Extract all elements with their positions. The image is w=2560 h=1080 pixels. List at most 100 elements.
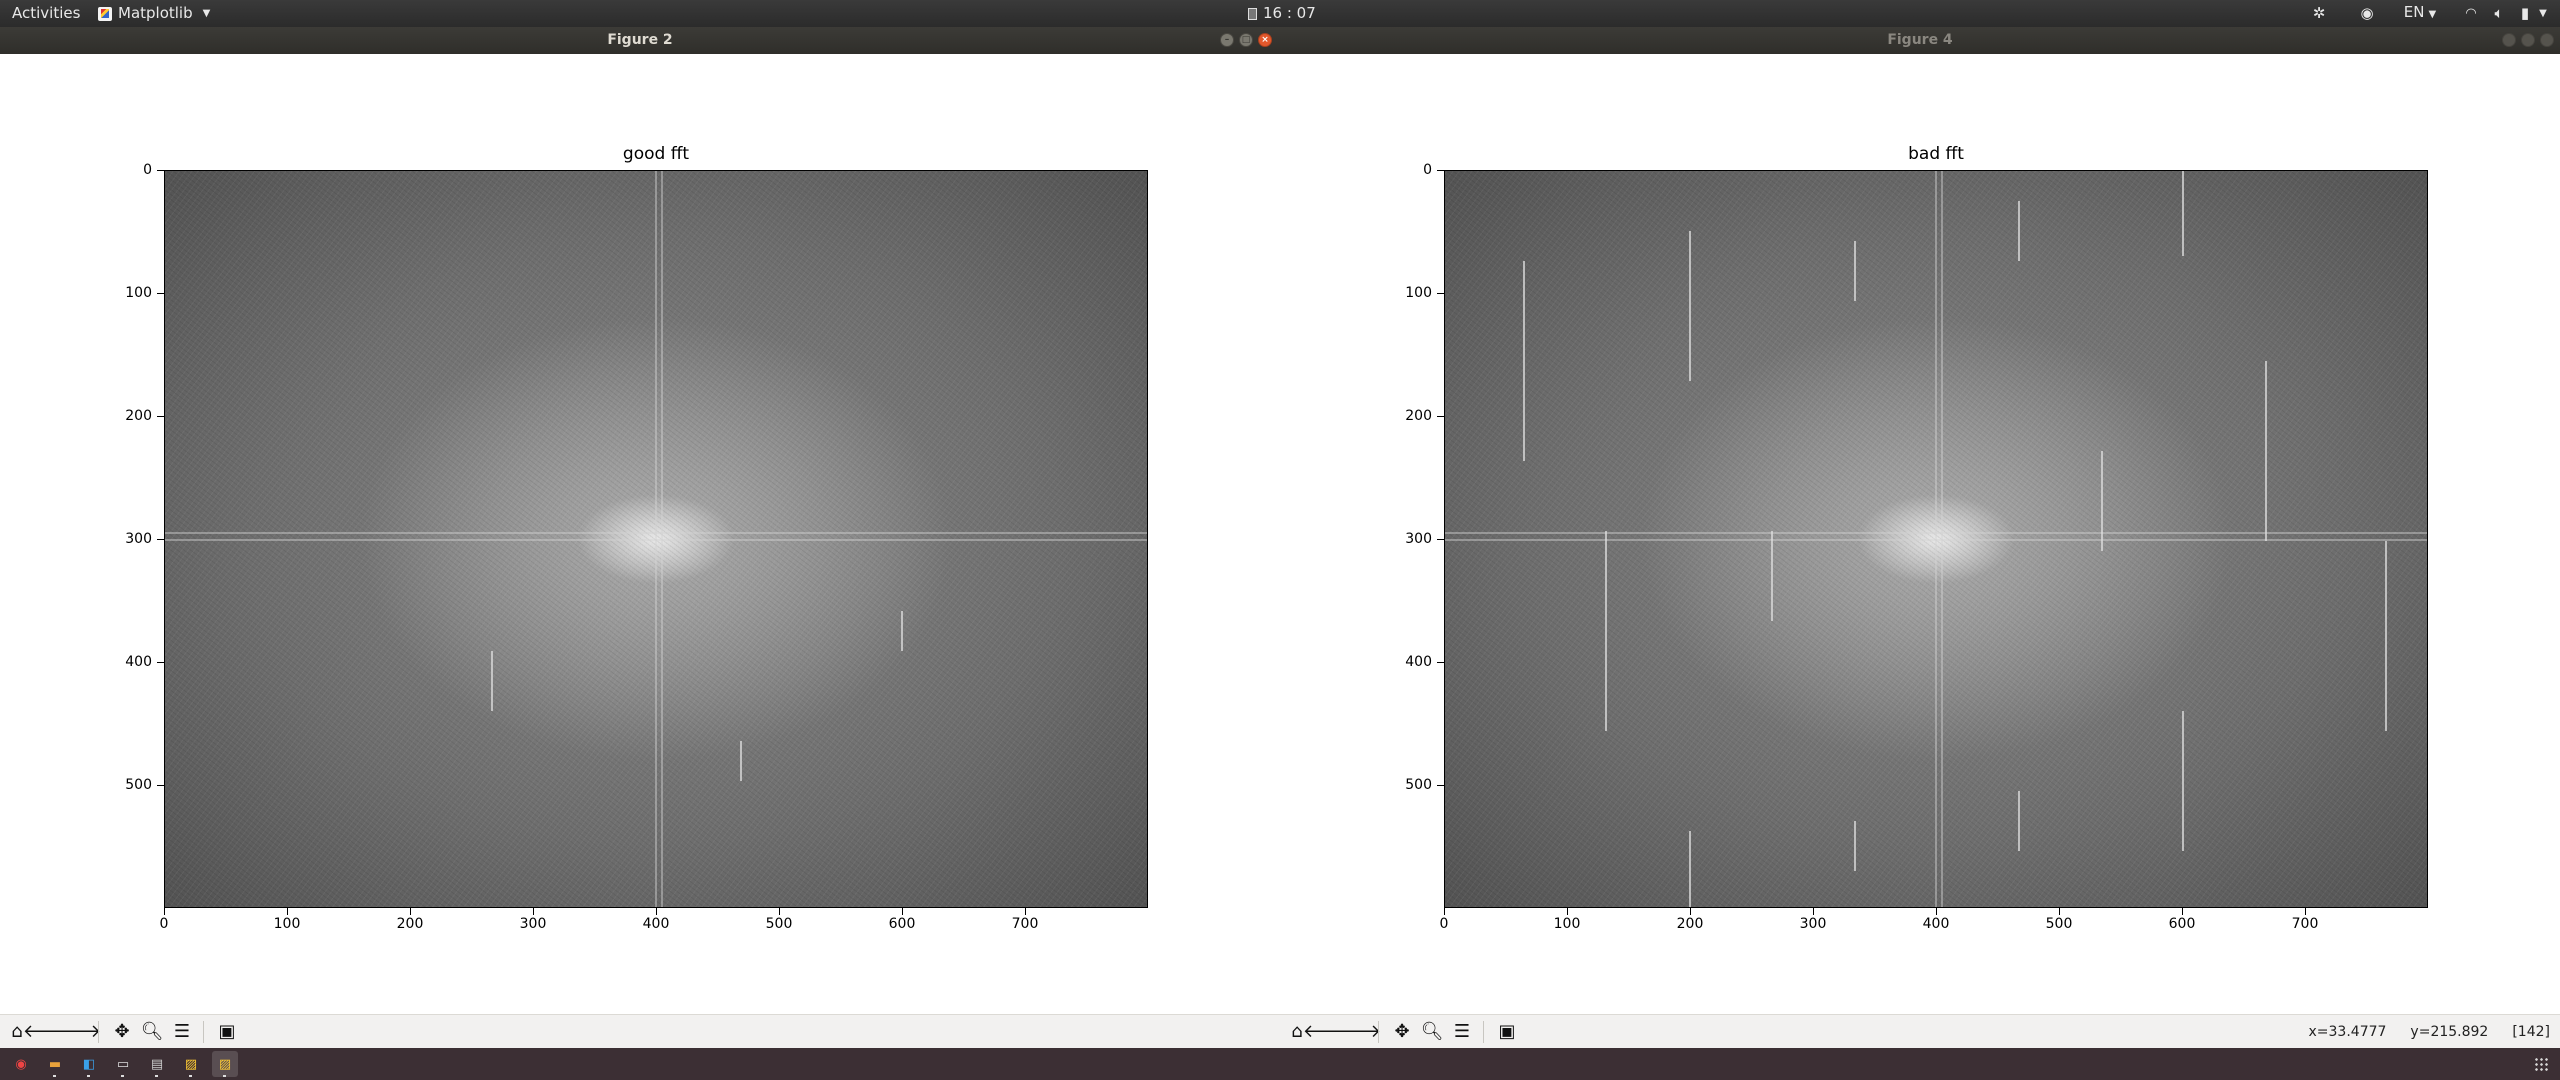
y-tick-label: 500 [1405,777,1432,793]
battery-icon[interactable]: ▮ [2516,0,2534,27]
forward-arrow-icon[interactable]: 🡒 [53,1019,101,1045]
spectral-streak [2385,541,2387,731]
maximize-button[interactable] [2521,33,2535,47]
forward-arrow-icon[interactable]: 🡒 [1333,1019,1381,1045]
clock-label: 16 : 07 [1263,4,1316,22]
spectral-streak [2182,171,2184,256]
activities-button[interactable]: Activities [12,0,80,27]
x-tick [902,908,903,915]
chrome-icon[interactable]: ◉ [8,1051,34,1077]
figure-2-canvas: good fft 0 100 200 300 400 500 0 100 200… [0,54,1280,1014]
fft-image-axes[interactable] [1444,170,2428,908]
minimize-button[interactable]: – [1220,33,1234,47]
x-tick-label: 100 [273,916,301,932]
x-tick [533,908,534,915]
x-tick [1936,908,1937,915]
x-tick-label: 100 [1553,916,1581,932]
vertical-artifact-line [655,171,657,907]
app-menu[interactable]: Matplotlib ▼ [98,0,210,27]
spectral-streak [1854,821,1856,871]
window-title: Figure 4 [1887,32,1953,48]
wifi-icon[interactable]: ◠ [2460,0,2482,27]
x-tick [1690,908,1691,915]
figure-4-toolbar: ⌂ 🡐 🡒 ✥ 🔍︎ ☰ ▣ x=33.4777 y=215.892 [142] [1280,1014,2560,1048]
toolbar-separator [203,1020,204,1043]
system-menu-chevron-icon[interactable]: ▼ [2536,0,2550,27]
x-tick-label: 0 [1439,916,1449,932]
x-tick [2059,908,2060,915]
vertical-artifact-line [1935,171,1937,907]
volume-icon[interactable]: 🔈︎ [2488,0,2510,27]
matplotlib-icon[interactable]: ▨ [212,1051,238,1077]
vertical-artifact-line [661,171,663,907]
x-tick-label: 400 [1922,916,1950,932]
x-tick-label: 700 [2291,916,2319,932]
language-label: EN [2403,3,2425,21]
zoom-icon[interactable]: 🔍︎ [139,1019,165,1045]
save-icon[interactable]: ▣ [214,1019,240,1045]
fft-image-axes[interactable] [164,170,1148,908]
x-tick [1025,908,1026,915]
spectral-streak [2018,201,2020,261]
spectral-streak [2101,451,2103,551]
image-viewer-icon[interactable]: ▤ [144,1051,170,1077]
close-button[interactable]: × [1258,33,1272,47]
plot-title: good fft [622,144,690,164]
cursor-x: x=33.4777 [2308,1024,2387,1040]
spectral-streak [901,611,903,651]
pan-icon[interactable]: ✥ [109,1019,135,1045]
chevron-down-icon: ▼ [2428,9,2437,20]
x-tick-label: 500 [765,916,793,932]
vertical-artifact-line [1941,171,1943,907]
x-tick [656,908,657,915]
pixel-value: [142] [2512,1024,2550,1040]
chevron-down-icon: ▼ [202,8,211,19]
x-tick [2305,908,2306,915]
x-tick [1813,908,1814,915]
spectral-streak [1689,231,1691,381]
spectral-streak [2182,711,2184,851]
matplotlib-icon[interactable]: ▨ [178,1051,204,1077]
save-icon[interactable]: ▣ [1494,1019,1520,1045]
language-indicator[interactable]: EN ▼ [2400,0,2440,28]
clock[interactable]: 16 : 07 [1248,0,1316,27]
minimize-button[interactable] [2502,33,2516,47]
y-tick-label: 200 [125,408,152,424]
pan-icon[interactable]: ✥ [1389,1019,1415,1045]
close-button[interactable] [2540,33,2554,47]
y-tick [1437,539,1444,540]
x-tick-label: 200 [1676,916,1704,932]
spectral-streak [2018,791,2020,851]
x-tick-label: 300 [519,916,547,932]
y-tick-label: 0 [1423,162,1432,178]
x-tick [410,908,411,915]
y-tick [1437,416,1444,417]
x-tick [164,908,165,915]
gnome-top-bar: Activities Matplotlib ▼ 16 : 07 ✲ ◉ EN ▼ … [0,0,2560,27]
show-applications-icon[interactable] [2534,1057,2548,1071]
configure-subplots-icon[interactable]: ☰ [1449,1019,1475,1045]
spectral-streak [491,651,493,711]
spectral-streak [1771,531,1773,621]
y-tick-label: 300 [1405,531,1432,547]
y-tick-label: 300 [125,531,152,547]
spectral-streak [2265,361,2267,541]
settings-gear-icon[interactable]: ✲ [2304,0,2334,27]
maximize-button[interactable]: □ [1239,33,1253,47]
figure-2-titlebar[interactable]: Figure 2 – □ × [0,27,1280,54]
figure-4-titlebar[interactable]: Figure 4 [1280,27,2560,54]
configure-subplots-icon[interactable]: ☰ [169,1019,195,1045]
zoom-icon[interactable]: 🔍︎ [1419,1019,1445,1045]
chrome-tray-icon[interactable]: ◉ [2354,0,2380,27]
y-tick [1437,785,1444,786]
y-tick [157,293,164,294]
spectral-streak [1689,831,1691,907]
spectral-streak [1523,261,1525,461]
files-icon[interactable]: ▬ [42,1051,68,1077]
vscode-icon[interactable]: ◧ [76,1051,102,1077]
x-tick-label: 0 [159,916,169,932]
terminal-icon[interactable]: ▭ [110,1051,136,1077]
x-tick-label: 600 [888,916,916,932]
y-tick [157,539,164,540]
system-tray: ✲ ◉ EN ▼ ◠ 🔈︎ ▮ ▼ [2304,0,2550,27]
